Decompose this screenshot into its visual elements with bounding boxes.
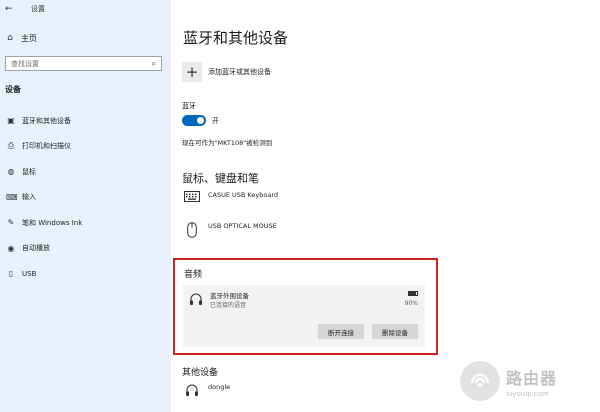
- search-placeholder: 查找设置: [11, 59, 39, 68]
- device-mouse[interactable]: USB OPTICAL MOUSE: [184, 222, 277, 238]
- search-input[interactable]: 查找设置 ⌕: [5, 56, 162, 71]
- search-icon[interactable]: ⌕: [152, 59, 156, 69]
- bluetooth-toggle[interactable]: [182, 115, 206, 126]
- watermark-en: luyouqi.com: [506, 389, 549, 398]
- sidebar-nav: ▣ 蓝牙和其他设备 ⎙ 打印机和扫描仪 ◍ 鼠标 ⌨ 输入 ✎ 笔和 Windo…: [0, 108, 171, 287]
- sidebar-item-label: 输入: [22, 193, 36, 202]
- sidebar-item-label: 蓝牙和其他设备: [22, 116, 71, 125]
- watermark-text: 路由器 luyouqi.com: [506, 365, 557, 398]
- printer-icon: ⎙: [7, 141, 15, 151]
- battery-fill: [409, 292, 417, 295]
- sidebar-item-label: 自动播放: [22, 244, 50, 253]
- sidebar-item-pen[interactable]: ✎ 笔和 Windows Ink: [0, 210, 171, 236]
- home-icon: ⌂: [7, 33, 13, 43]
- router-logo-icon: [460, 361, 500, 401]
- mouse-icon: [184, 222, 200, 238]
- sidebar-item-home[interactable]: ⌂ 主页: [5, 31, 37, 45]
- sidebar-item-autoplay[interactable]: ◉ 自动播放: [0, 236, 171, 262]
- sidebar-item-label: USB: [22, 269, 37, 278]
- bluetooth-toggle-row: 开: [182, 115, 219, 126]
- battery-icon: [408, 291, 418, 296]
- sidebar-item-input[interactable]: ⌨ 输入: [0, 185, 171, 211]
- page-title: 蓝牙和其他设备: [183, 29, 289, 47]
- back-arrow-icon[interactable]: ←: [5, 4, 19, 14]
- add-device-button[interactable]: + 添加蓝牙或其他设备: [182, 62, 271, 82]
- device-name: CASUE USB Keyboard: [208, 191, 279, 199]
- add-device-label: 添加蓝牙或其他设备: [208, 68, 271, 76]
- title-bar: ← 设置: [5, 3, 45, 15]
- disconnect-button[interactable]: 断开连接: [318, 324, 364, 339]
- device-name: USB OPTICAL MOUSE: [208, 222, 277, 230]
- sidebar-item-label: 打印机和扫描仪: [22, 142, 71, 151]
- sidebar-item-mouse[interactable]: ◍ 鼠标: [0, 159, 171, 185]
- sidebar-item-bluetooth[interactable]: ▣ 蓝牙和其他设备: [0, 108, 171, 134]
- kbd-section-heading: 鼠标、键盘和笔: [182, 172, 259, 185]
- keyboard-icon: [184, 191, 200, 202]
- plus-icon: +: [182, 62, 202, 82]
- usb-icon: ▯: [8, 269, 14, 279]
- sidebar-item-printers[interactable]: ⎙ 打印机和扫描仪: [0, 134, 171, 160]
- device-dongle[interactable]: dongle: [184, 383, 230, 397]
- toggle-knob: [197, 117, 204, 124]
- discoverable-text: 现在可作为"MKT108"被检测到: [182, 139, 273, 147]
- headphones-icon: [189, 291, 203, 305]
- bluetooth-label: 蓝牙: [182, 102, 196, 110]
- section-label: 设备: [5, 85, 21, 94]
- audio-device-card[interactable]: 蓝牙外围设备 已连接的语音 90% 断开连接 删除设备: [183, 285, 425, 347]
- watermark-cn: 路由器: [506, 368, 558, 388]
- remove-device-button[interactable]: 删除设备: [372, 324, 418, 339]
- sidebar-item-label: 笔和 Windows Ink: [22, 218, 83, 227]
- pen-icon: ✎: [7, 218, 15, 228]
- mouse-icon: ◍: [7, 167, 15, 177]
- bluetooth-state: 开: [212, 116, 219, 125]
- keyboard-icon: ⌨: [6, 192, 18, 202]
- other-section-heading: 其他设备: [182, 368, 219, 378]
- device-keyboard[interactable]: CASUE USB Keyboard: [184, 191, 278, 202]
- sidebar-item-label: 鼠标: [22, 167, 36, 176]
- sidebar-item-usb[interactable]: ▯ USB: [0, 261, 171, 287]
- battery-percent: 90%: [404, 300, 418, 307]
- device-name: dongle: [208, 383, 231, 391]
- watermark: 路由器 luyouqi.com: [460, 350, 600, 412]
- home-label: 主页: [21, 33, 37, 43]
- audio-highlight-frame: 音频 蓝牙外围设备 已连接的语音 90% 断开连接 删除设备: [173, 258, 438, 355]
- audio-device-status: 已连接的语音: [210, 302, 247, 309]
- audio-section-heading: 音频: [184, 270, 203, 280]
- sidebar: ← 设置 ⌂ 主页 查找设置 ⌕ 设备 ▣ 蓝牙和其他设备 ⎙ 打印机和扫描仪 …: [0, 0, 171, 412]
- bluetooth-devices-icon: ▣: [7, 116, 15, 126]
- audio-device-name: 蓝牙外围设备: [210, 292, 249, 300]
- app-title: 设置: [31, 5, 45, 13]
- headphones-icon: [184, 383, 200, 397]
- autoplay-icon: ◉: [7, 243, 15, 253]
